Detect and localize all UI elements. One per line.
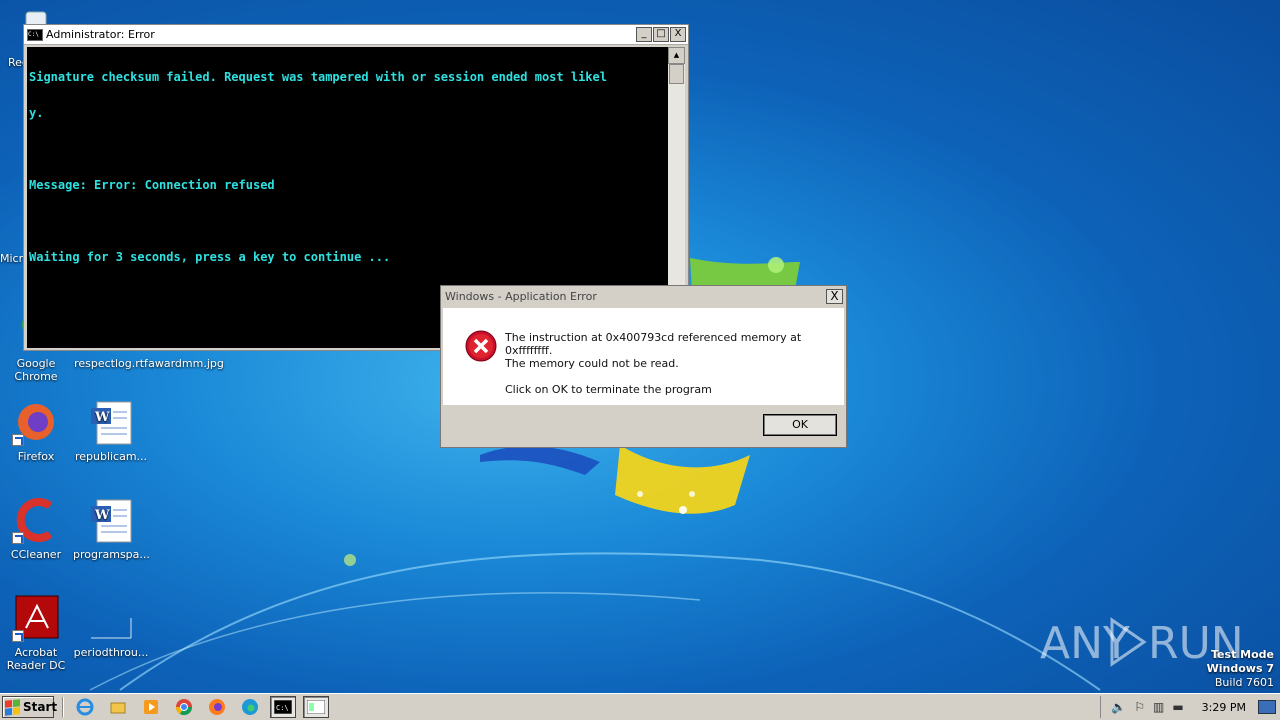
dialog-close-button[interactable]: X: [826, 288, 843, 304]
taskbar: Start C:\ 🔈 ⚐ ▥ ▬ 3:29 PM: [0, 693, 1280, 720]
console-line: Waiting for 3 seconds, press a key to co…: [29, 250, 391, 264]
media-player-icon: [144, 700, 158, 714]
power-icon[interactable]: ▬: [1172, 700, 1183, 714]
system-tray: 🔈 ⚐ ▥ ▬ 3:29 PM: [1100, 696, 1280, 718]
taskbar-explorer[interactable]: [105, 696, 131, 718]
shortcut-arrow-icon: [12, 532, 24, 544]
desktop-icon-programspa[interactable]: W programspa...: [73, 496, 150, 561]
message-line: The memory could not be read.: [505, 357, 679, 370]
desktop-icon-periodthrou[interactable]: periodthrou...: [73, 594, 149, 659]
app-window-icon: [307, 700, 325, 714]
test-mode-line: Build 7601: [1214, 676, 1274, 689]
desktop-icon-ccleaner[interactable]: CCleaner: [0, 496, 74, 561]
desktop-icon-label: CCleaner: [10, 548, 62, 561]
desktop-icon-label: respectlog.rtf: [74, 357, 148, 370]
minimize-button[interactable]: _: [636, 27, 652, 42]
svg-text:W: W: [94, 508, 110, 523]
close-button[interactable]: X: [670, 27, 686, 42]
shortcut-arrow-icon: [12, 434, 24, 446]
word-doc-icon: W: [87, 398, 135, 446]
ccleaner-icon: [12, 496, 60, 544]
taskbar-chrome[interactable]: [171, 696, 197, 718]
cmd-icon: C:\: [274, 700, 292, 714]
error-icon: [465, 330, 497, 362]
dialog-message: The instruction at 0x400793cd referenced…: [505, 331, 844, 396]
test-mode-line: Test Mode: [1211, 648, 1274, 661]
ok-button[interactable]: OK: [763, 414, 837, 436]
console-titlebar[interactable]: C:\ Administrator: Error _ □ X: [24, 25, 688, 45]
desktop-icon-republicam[interactable]: W republicam...: [73, 398, 149, 463]
blank-file-icon: [87, 594, 135, 642]
taskbar-firefox[interactable]: [204, 696, 230, 718]
svg-text:W: W: [94, 410, 110, 425]
taskbar-edge[interactable]: [237, 696, 263, 718]
start-label: Start: [23, 700, 58, 714]
desktop-icon-firefox[interactable]: Firefox: [0, 398, 74, 463]
firefox-icon: [209, 699, 225, 715]
network-icon[interactable]: ▥: [1153, 700, 1164, 714]
console-line: Message: Error: Connection refused: [29, 178, 275, 192]
firefox-icon: [12, 398, 60, 446]
scroll-thumb[interactable]: [669, 64, 684, 84]
shortcut-arrow-icon: [12, 630, 24, 642]
desktop-icon-acrobat[interactable]: Acrobat Reader DC: [0, 594, 74, 672]
acrobat-icon: [12, 594, 60, 642]
dialog-titlebar[interactable]: Windows - Application Error X: [441, 286, 846, 306]
taskbar-ie[interactable]: [72, 696, 98, 718]
console-line: y.: [29, 106, 44, 120]
dialog-body: The instruction at 0x400793cd referenced…: [443, 308, 844, 405]
start-button[interactable]: Start: [2, 696, 58, 718]
word-doc-icon: W: [87, 496, 135, 544]
show-desktop-button[interactable]: [1258, 700, 1276, 714]
desktop-icon-label: periodthrou...: [73, 646, 149, 659]
explorer-icon: [110, 702, 126, 714]
clock[interactable]: 3:29 PM: [1202, 701, 1246, 714]
cmd-icon: C:\: [27, 28, 43, 41]
volume-icon[interactable]: 🔈: [1111, 700, 1126, 714]
message-line: The instruction at 0x400793cd referenced…: [505, 331, 802, 357]
console-title: Administrator: Error: [46, 28, 155, 41]
action-center-flag-icon[interactable]: ⚐: [1134, 700, 1145, 714]
test-mode-notice: Test Mode Windows 7 Build 7601: [1207, 648, 1274, 690]
console-line: Signature checksum failed. Request was t…: [29, 70, 607, 84]
taskbar-app-window[interactable]: [303, 696, 329, 718]
test-mode-line: Windows 7: [1206, 662, 1274, 675]
windows-logo-icon: [5, 698, 20, 716]
desktop-icon-label: Acrobat Reader DC: [6, 646, 66, 672]
desktop-icon-label: Firefox: [17, 450, 55, 463]
chrome-icon: [175, 699, 193, 716]
desktop: Rec Micr Google Chrome respectlog.rtf aw…: [0, 0, 1280, 693]
scroll-up-icon[interactable]: ▲: [668, 47, 685, 64]
maximize-button[interactable]: □: [653, 27, 669, 42]
application-error-dialog[interactable]: Windows - Application Error X The instru…: [440, 285, 847, 448]
ie-icon: [76, 698, 94, 716]
dialog-title: Windows - Application Error: [445, 289, 597, 303]
desktop-icon-label: awardmm.jpg: [148, 357, 224, 370]
taskbar-cmd[interactable]: C:\: [270, 696, 296, 718]
taskbar-media-player[interactable]: [138, 696, 164, 718]
svg-text:C:\: C:\: [276, 704, 289, 712]
desktop-icon-label: programspa...: [73, 548, 150, 561]
message-line: Click on OK to terminate the program: [505, 383, 712, 396]
taskbar-separator: [62, 697, 64, 717]
desktop-icon-label: republicam...: [74, 450, 148, 463]
desktop-icon-label: Google Chrome: [14, 357, 58, 383]
edge-icon: [242, 699, 258, 715]
